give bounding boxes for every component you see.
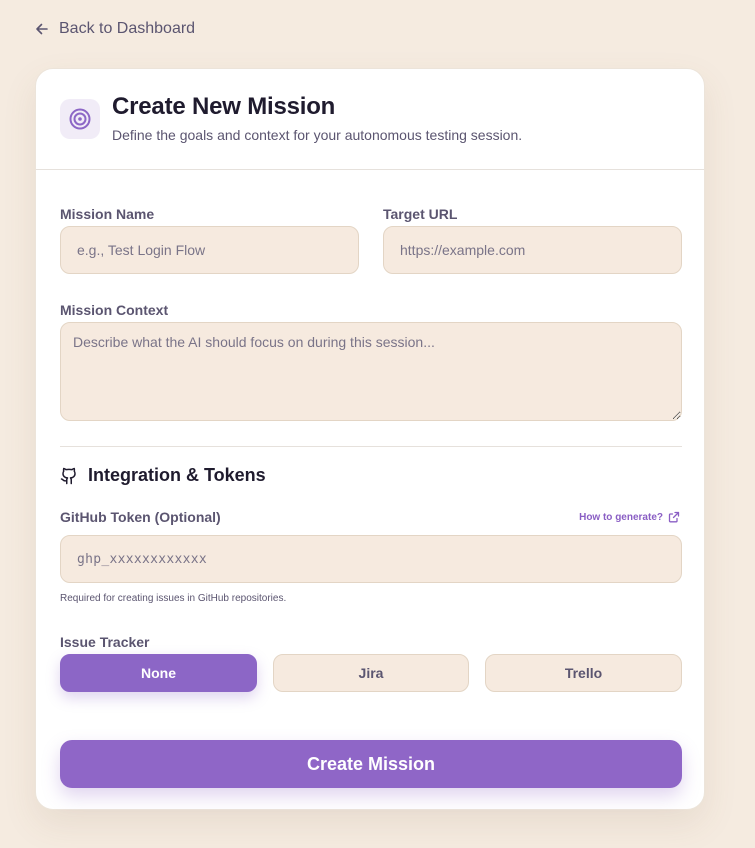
section-divider: [60, 446, 682, 447]
mission-name-label: Mission Name: [60, 206, 155, 222]
target-url-input[interactable]: [383, 226, 682, 274]
arrow-left-icon: [36, 23, 48, 35]
mission-name-input[interactable]: [60, 226, 359, 274]
github-token-label: GitHub Token (Optional): [60, 509, 221, 525]
target-icon: [69, 108, 91, 130]
issue-tracker-option-trello[interactable]: Trello: [485, 654, 682, 692]
github-token-helper-text: Required for creating issues in GitHub r…: [60, 593, 287, 604]
issue-tracker-option-none[interactable]: None: [60, 654, 257, 692]
integration-section-title: Integration & Tokens: [88, 465, 266, 485]
how-to-generate-link[interactable]: How to generate?: [579, 511, 680, 523]
external-link-icon: [668, 511, 680, 523]
page-title: Create New Mission: [112, 93, 336, 120]
mission-context-textarea[interactable]: [60, 322, 682, 421]
back-to-dashboard-link[interactable]: Back to Dashboard: [35, 20, 195, 38]
create-mission-button[interactable]: Create Mission: [60, 740, 682, 788]
back-link-label: Back to Dashboard: [59, 20, 196, 37]
issue-tracker-label: Issue Tracker: [60, 634, 150, 650]
target-icon-badge: [60, 99, 100, 139]
page-subtitle: Define the goals and context for your au…: [112, 127, 523, 143]
create-mission-card: Create New Mission Define the goals and …: [35, 68, 705, 810]
mission-context-label: Mission Context: [60, 302, 169, 318]
github-icon: [60, 467, 76, 484]
how-to-generate-label: How to generate?: [579, 511, 663, 523]
issue-tracker-option-jira[interactable]: Jira: [273, 654, 469, 692]
github-token-input[interactable]: [60, 535, 682, 583]
target-url-label: Target URL: [383, 206, 458, 222]
card-header: Create New Mission Define the goals and …: [36, 69, 704, 170]
integration-section-header: Integration & Tokens: [60, 465, 266, 486]
